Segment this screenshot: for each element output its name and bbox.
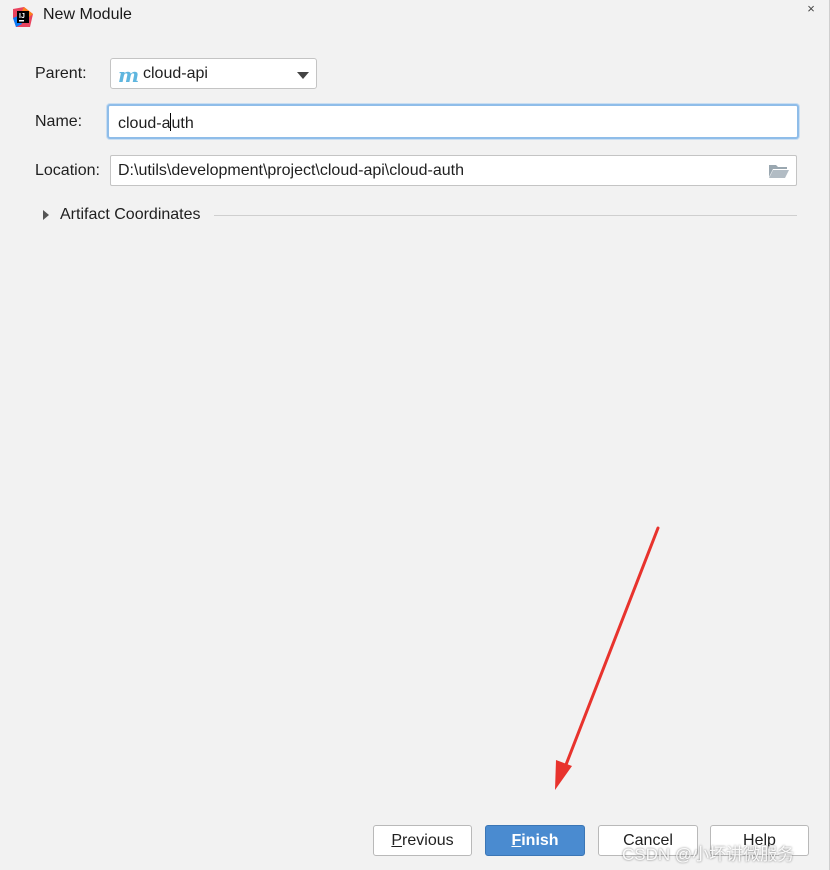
name-value-after-cursor: uth: [171, 115, 194, 132]
location-field[interactable]: D:\utils\development\project\cloud-api\c…: [110, 155, 797, 186]
location-label: Location:: [35, 162, 100, 179]
chevron-right-icon[interactable]: [43, 210, 49, 220]
parent-dropdown[interactable]: m cloud-api: [110, 58, 317, 89]
new-module-dialog: IJ New Module × Parent: m cloud-api Name…: [0, 0, 830, 870]
parent-value: cloud-api: [143, 65, 208, 82]
previous-label-rest: revious: [402, 832, 454, 849]
svg-text:IJ: IJ: [19, 13, 25, 20]
name-field[interactable]: cloud-auth: [107, 104, 799, 139]
artifact-coordinates-section[interactable]: Artifact Coordinates: [40, 204, 800, 228]
csdn-watermark: CSDN @小坏讲微服务: [622, 845, 795, 864]
intellij-idea-icon: IJ: [13, 7, 33, 27]
parent-label: Parent:: [35, 65, 87, 82]
finish-button[interactable]: Finish: [485, 825, 585, 856]
finish-label-rest: inish: [521, 832, 559, 849]
name-value: cloud-auth: [118, 113, 194, 133]
close-icon[interactable]: ×: [802, 2, 820, 16]
name-label: Name:: [35, 113, 83, 130]
finish-mnemonic: F: [511, 832, 522, 849]
window-title: New Module: [43, 6, 132, 23]
title-bar: IJ New Module ×: [0, 0, 830, 32]
name-value-before-cursor: cloud-a: [118, 115, 171, 132]
folder-open-icon[interactable]: [768, 163, 790, 179]
maven-module-icon: m: [118, 63, 140, 87]
previous-button[interactable]: Previous: [373, 825, 472, 856]
location-value: D:\utils\development\project\cloud-api\c…: [118, 162, 464, 179]
section-divider: [214, 215, 797, 216]
artifact-coordinates-label[interactable]: Artifact Coordinates: [60, 206, 201, 224]
previous-mnemonic: P: [391, 832, 403, 849]
red-arrow-annotation: [555, 526, 660, 790]
chevron-down-icon[interactable]: [297, 72, 309, 79]
